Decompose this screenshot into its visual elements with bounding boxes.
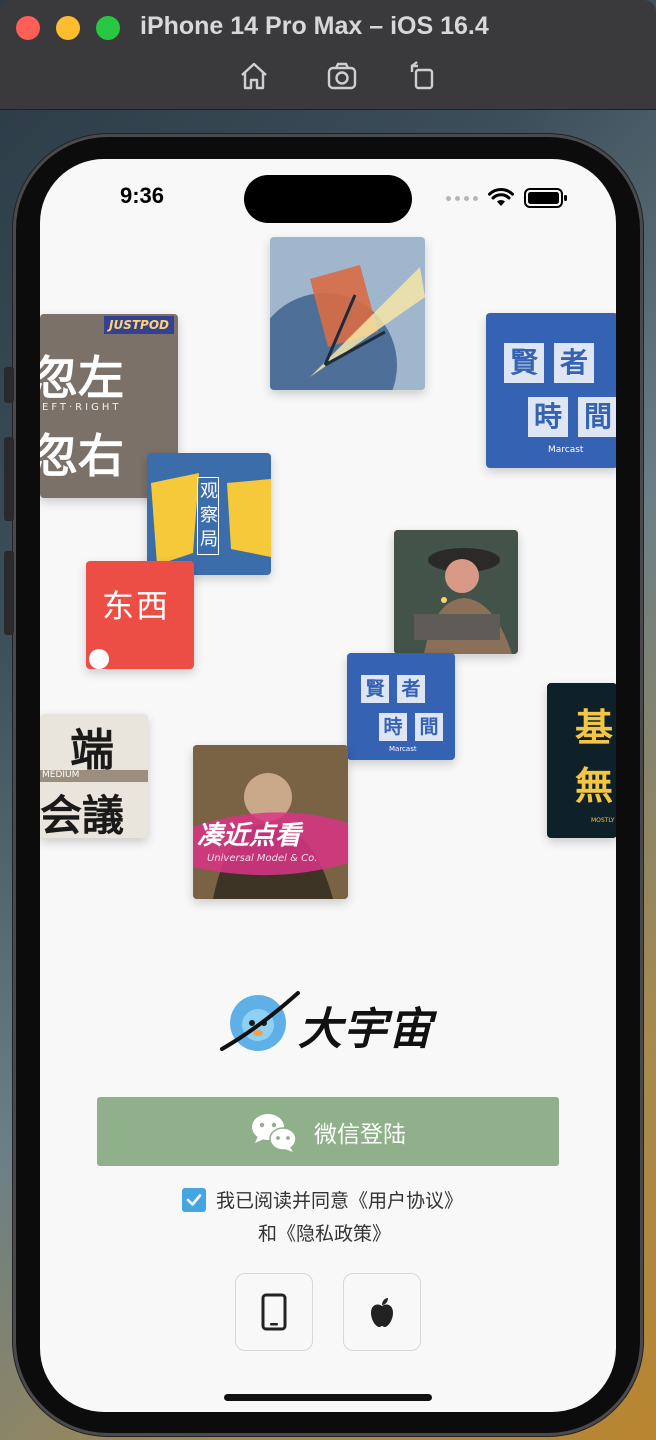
- wifi-icon: [488, 188, 514, 206]
- status-indicators: [446, 187, 568, 209]
- wechat-login-button[interactable]: 微信登陆: [97, 1097, 559, 1166]
- cover-char: 時: [379, 713, 407, 741]
- cover-char: 間: [578, 397, 616, 437]
- podcast-cover-xianzhe-small[interactable]: 賢 者 時 間 Marcast: [347, 653, 455, 760]
- cover-brand: Marcast: [389, 745, 417, 753]
- window-title: iPhone 14 Pro Max – iOS 16.4: [140, 12, 489, 40]
- cover-char: 基: [575, 706, 614, 750]
- cover-subtitle: Universal Model & Co.: [207, 853, 318, 864]
- agreement-text-line1[interactable]: 我已阅读并同意《用户协议》: [216, 1186, 463, 1213]
- podcast-cover-jiwu[interactable]: 基 無 MOSTLY: [547, 683, 616, 838]
- cover-char: 者: [554, 343, 594, 383]
- phone-icon: [261, 1293, 287, 1331]
- phone-login-button[interactable]: [235, 1273, 313, 1351]
- cover-title-bottom: 忽右: [40, 429, 124, 483]
- podcast-cover-clock[interactable]: [270, 237, 425, 390]
- app-screen: 9:36 JUSTPOD 忽左 EFT·RIGHT 忽右 賢 者 時 間 Mar…: [40, 159, 616, 1412]
- screenshot-icon[interactable]: [324, 58, 360, 94]
- agreement: 我已阅读并同意《用户协议》 和《隐私政策》: [182, 1186, 482, 1246]
- battery-icon: [524, 188, 567, 208]
- volume-down-button: [4, 551, 14, 635]
- cover-char: 端: [70, 725, 114, 776]
- home-indicator[interactable]: [224, 1394, 432, 1401]
- cellular-icon: [446, 195, 478, 201]
- cover-char: 無: [575, 764, 614, 808]
- close-window-button[interactable]: [16, 16, 40, 40]
- agreement-text-line2[interactable]: 和《隐私政策》: [182, 1219, 482, 1246]
- cover-char: 間: [415, 713, 443, 741]
- cover-title-top: 忽左: [40, 351, 124, 405]
- podcast-cover-xianzhe-large[interactable]: 賢 者 時 間 Marcast: [486, 313, 616, 468]
- cover-subtitle: EFT·RIGHT: [42, 402, 122, 413]
- checkmark-icon: [186, 1193, 202, 1206]
- cover-char: 時: [528, 397, 568, 437]
- cover-badge: [89, 649, 109, 669]
- wechat-icon: [252, 1113, 297, 1152]
- podcast-cover-photo[interactable]: [394, 530, 518, 654]
- cover-title: 凑近点看: [197, 821, 302, 851]
- simulator-title-bar: iPhone 14 Pro Max – iOS 16.4: [0, 0, 656, 110]
- cover-char: 賢: [504, 343, 544, 383]
- brand-name: 大宇宙: [298, 1004, 433, 1055]
- mute-switch: [4, 367, 14, 403]
- rotate-icon[interactable]: [404, 58, 440, 94]
- minimize-window-button[interactable]: [56, 16, 80, 40]
- podcast-cover-guancha[interactable]: 观察局: [147, 453, 271, 575]
- justpod-badge: JUSTPOD: [104, 316, 174, 334]
- brand-logo: 大宇宙: [220, 987, 450, 1057]
- status-time: 9:36: [120, 183, 165, 208]
- volume-up-button: [4, 437, 14, 521]
- apple-login-button[interactable]: [343, 1273, 421, 1351]
- cover-char: 賢: [361, 675, 389, 703]
- agreement-checkbox[interactable]: [182, 1187, 206, 1212]
- cover-char: 者: [397, 675, 425, 703]
- podcast-cover-couji[interactable]: 凑近点看 Universal Model & Co.: [193, 745, 348, 899]
- wechat-login-label: 微信登陆: [314, 1121, 406, 1148]
- apple-icon: [371, 1298, 393, 1327]
- home-icon[interactable]: [236, 58, 272, 94]
- cover-char: 会議: [40, 791, 125, 838]
- cover-brand: Marcast: [548, 445, 584, 455]
- podcast-cover-duanxi[interactable]: 端 MEDIUM 会議: [40, 714, 148, 838]
- dynamic-island: [244, 175, 412, 223]
- zoom-window-button[interactable]: [96, 16, 120, 40]
- cosmos-mascot-icon: [220, 991, 300, 1051]
- podcast-cover-dongxi[interactable]: 东西: [86, 561, 194, 669]
- cover-subtitle: MEDIUM: [40, 770, 148, 782]
- cover-title: 观察局: [197, 477, 219, 555]
- cover-title: 东西: [102, 587, 171, 625]
- cover-subtitle: MOSTLY: [591, 817, 615, 824]
